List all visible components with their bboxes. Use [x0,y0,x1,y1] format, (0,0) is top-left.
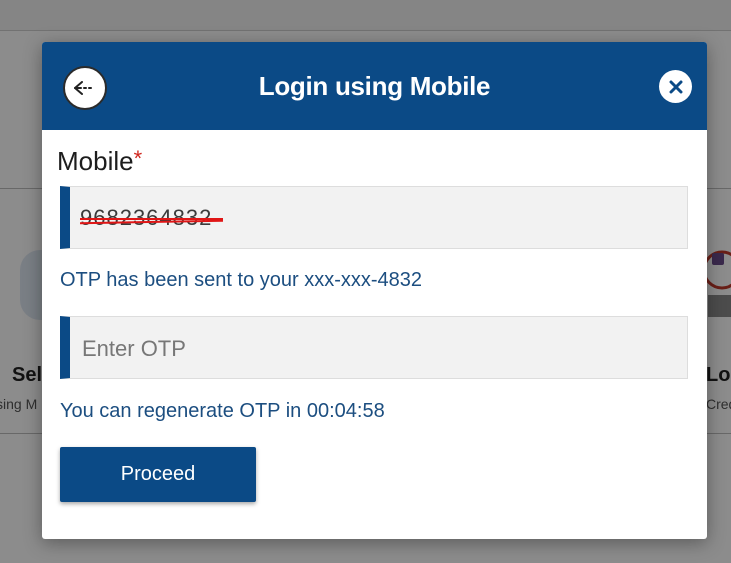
close-icon [669,80,682,93]
otp-field-container [60,316,688,380]
mobile-label: Mobile* [57,146,142,177]
arrow-left-icon [74,81,95,95]
mobile-label-text: Mobile [57,146,134,176]
back-button[interactable] [63,66,107,110]
otp-input[interactable] [80,317,684,380]
modal-title: Login using Mobile [258,71,491,101]
login-mobile-modal: Login using Mobile Mobile* 9682364832 OT… [42,42,707,539]
required-marker: * [133,146,143,171]
otp-sent-message: OTP has been sent to your xxx-xxx-4832 [60,269,423,291]
mobile-field[interactable]: 9682364832 [60,186,688,249]
close-button[interactable] [659,70,692,103]
proceed-button[interactable]: Proceed [60,447,256,502]
regenerate-timer: You can regenerate OTP in 00:04:58 [60,400,385,422]
modal-header: Login using Mobile [42,42,707,130]
